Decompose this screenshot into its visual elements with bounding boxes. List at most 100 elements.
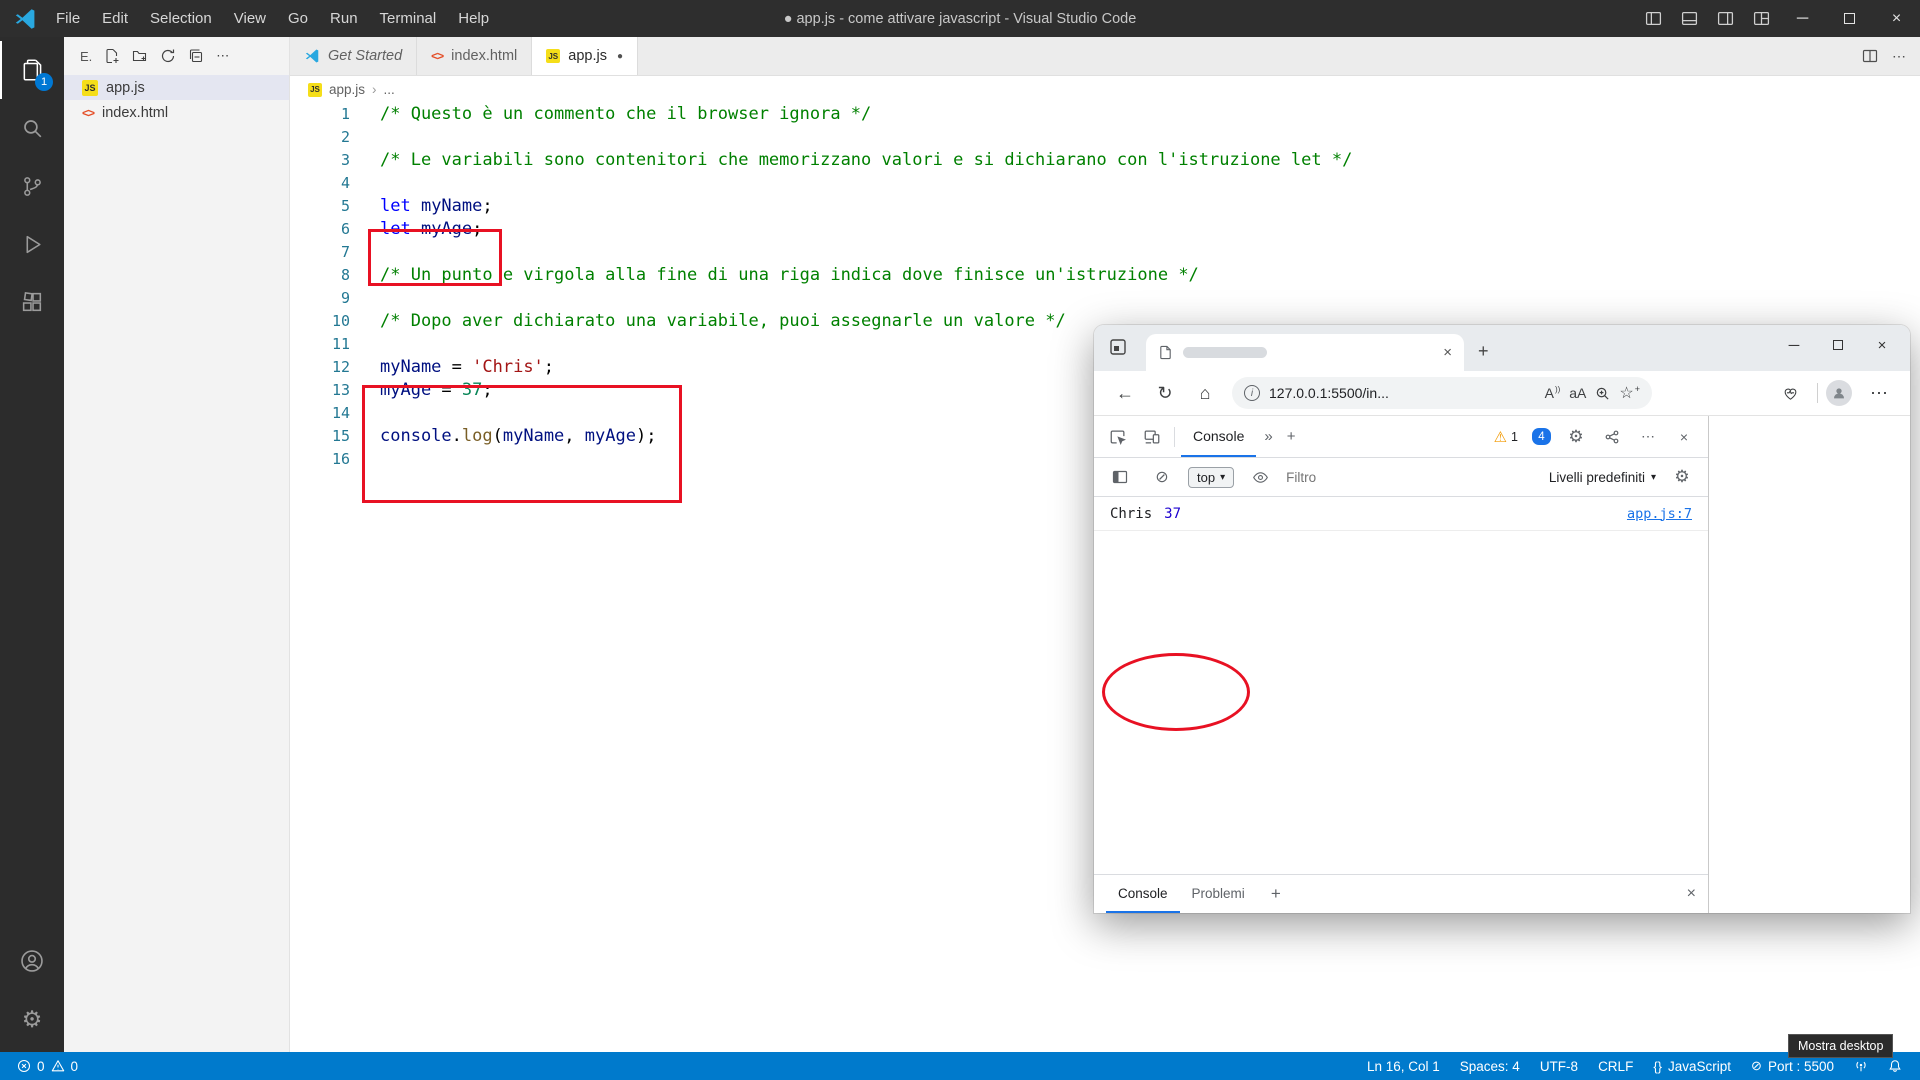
console-source-link[interactable]: app.js:7 — [1627, 506, 1692, 522]
code-token: myName — [503, 426, 564, 446]
new-tab-icon[interactable]: + — [1478, 341, 1489, 362]
device-toolbar-icon[interactable] — [1136, 422, 1168, 452]
drawer-tab-console[interactable]: Console — [1106, 875, 1180, 913]
modified-dot-icon[interactable]: ● — [617, 51, 623, 62]
explorer-icon[interactable]: 1 — [0, 41, 64, 99]
console-settings-icon[interactable]: ⚙ — [1666, 462, 1698, 492]
profile-avatar[interactable] — [1826, 380, 1852, 406]
menu-run[interactable]: Run — [319, 0, 369, 37]
problems-indicator[interactable]: 0 0 — [12, 1059, 83, 1074]
menu-view[interactable]: View — [223, 0, 277, 37]
workspaces-icon[interactable] — [1108, 337, 1128, 357]
menu-selection[interactable]: Selection — [139, 0, 223, 37]
new-file-icon[interactable] — [104, 48, 120, 64]
vscode-logo-icon — [13, 7, 37, 31]
menu-terminal[interactable]: Terminal — [369, 0, 448, 37]
live-server-port[interactable]: ⊘Port : 5500 — [1751, 1058, 1834, 1074]
devtools-settings-icon[interactable]: ⚙ — [1560, 422, 1592, 452]
browser-minimize-button[interactable]: ─ — [1772, 325, 1816, 365]
address-bar[interactable]: i 127.0.0.1:5500/in... A)) aA ☆+ — [1232, 377, 1652, 409]
browser-settings-more-icon[interactable]: ⋯ — [1860, 376, 1898, 410]
line-number: 11 — [290, 333, 350, 356]
tab-get-started[interactable]: Get Started — [290, 37, 417, 75]
devtools-toolbar: Console » + ⚠1 4 ⚙ ⋯ × — [1094, 416, 1708, 458]
code-token: let — [380, 219, 421, 239]
radio-tower-icon[interactable] — [1854, 1059, 1868, 1073]
warnings-badge[interactable]: ⚠1 — [1489, 428, 1523, 446]
clear-console-icon[interactable]: ⊘ — [1146, 462, 1178, 492]
issues-nodes-icon[interactable] — [1596, 422, 1628, 452]
log-levels-selector[interactable]: Livelli predefiniti▾ — [1549, 470, 1656, 485]
context-selector[interactable]: top▾ — [1188, 467, 1234, 488]
accounts-icon[interactable] — [0, 932, 64, 990]
home-icon[interactable]: ⌂ — [1186, 376, 1224, 410]
reload-icon[interactable]: ↻ — [1146, 376, 1184, 410]
tab-app-js[interactable]: JSapp.js● — [532, 37, 638, 75]
devtools-more-icon[interactable]: ⋯ — [1632, 422, 1664, 452]
more-actions-icon[interactable]: ⋯ — [216, 48, 229, 64]
new-folder-icon[interactable] — [132, 48, 148, 64]
file-row-app-js[interactable]: JSapp.js — [64, 75, 289, 100]
site-info-icon[interactable]: i — [1244, 385, 1260, 401]
browser-close-button[interactable]: × — [1860, 325, 1904, 365]
favorites-star-icon[interactable]: ☆+ — [1619, 383, 1640, 403]
source-control-icon[interactable] — [0, 157, 64, 215]
browser-tab[interactable]: × — [1146, 334, 1464, 371]
web-page-area[interactable] — [1709, 416, 1910, 913]
add-tab-icon[interactable]: + — [1281, 428, 1302, 445]
drawer-tab-problemi[interactable]: Problemi — [1180, 875, 1257, 913]
file-row-index-html[interactable]: <>index.html — [64, 100, 289, 125]
messages-badge[interactable]: 4 — [1527, 428, 1556, 445]
menu-bar: FileEditSelectionViewGoRunTerminalHelp — [45, 0, 500, 37]
minimize-button[interactable]: ─ — [1779, 0, 1826, 37]
menu-edit[interactable]: Edit — [91, 0, 139, 37]
menu-go[interactable]: Go — [277, 0, 319, 37]
inspect-element-icon[interactable] — [1102, 422, 1134, 452]
cursor-position[interactable]: Ln 16, Col 1 — [1367, 1059, 1440, 1074]
translate-icon[interactable]: aA — [1569, 385, 1586, 401]
breadcrumb-file[interactable]: app.js — [329, 82, 365, 97]
breadcrumb[interactable]: JS app.js › ... — [290, 76, 1920, 103]
settings-gear-icon[interactable]: ⚙ — [0, 990, 64, 1048]
toggle-panel-icon[interactable] — [1671, 0, 1707, 37]
back-icon[interactable]: ← — [1106, 376, 1144, 410]
tab-index-html[interactable]: <>index.html — [417, 37, 532, 75]
drawer-close-icon[interactable]: × — [1687, 885, 1696, 903]
console-output[interactable]: Chris37app.js:7 — [1094, 497, 1708, 874]
refresh-icon[interactable] — [160, 48, 176, 64]
language-mode[interactable]: {}JavaScript — [1653, 1059, 1731, 1074]
run-debug-icon[interactable] — [0, 215, 64, 273]
notifications-bell-icon[interactable] — [1888, 1059, 1902, 1073]
customize-layout-icon[interactable] — [1743, 0, 1779, 37]
split-editor-icon[interactable] — [1862, 48, 1878, 64]
filter-input[interactable] — [1286, 470, 1539, 485]
zoom-icon[interactable] — [1595, 386, 1610, 401]
menu-file[interactable]: File — [45, 0, 91, 37]
console-sidebar-icon[interactable] — [1104, 462, 1136, 492]
close-button[interactable]: × — [1873, 0, 1920, 37]
code-token: ; — [472, 219, 482, 239]
drawer-add-icon[interactable]: + — [1263, 884, 1289, 904]
extensions-icon[interactable] — [0, 273, 64, 331]
breadcrumb-ellipsis[interactable]: ... — [384, 82, 395, 97]
read-aloud-icon[interactable]: A)) — [1545, 385, 1561, 401]
collapse-all-icon[interactable] — [188, 48, 204, 64]
search-icon[interactable] — [0, 99, 64, 157]
toggle-sidebar-icon[interactable] — [1635, 0, 1671, 37]
code-token: console — [380, 426, 452, 446]
toggle-secondary-sidebar-icon[interactable] — [1707, 0, 1743, 37]
browser-essentials-icon[interactable] — [1771, 376, 1809, 410]
browser-maximize-button[interactable] — [1816, 325, 1860, 365]
address-url[interactable]: 127.0.0.1:5500/in... — [1269, 385, 1536, 401]
indentation[interactable]: Spaces: 4 — [1460, 1059, 1520, 1074]
maximize-button[interactable] — [1826, 0, 1873, 37]
editor-more-icon[interactable]: ⋯ — [1892, 48, 1906, 65]
menu-help[interactable]: Help — [447, 0, 500, 37]
tab-close-icon[interactable]: × — [1443, 344, 1452, 361]
eye-icon[interactable] — [1244, 462, 1276, 492]
devtools-close-icon[interactable]: × — [1668, 422, 1700, 452]
more-tabs-icon[interactable]: » — [1258, 428, 1278, 445]
devtools-tab-console[interactable]: Console — [1181, 416, 1256, 457]
encoding[interactable]: UTF-8 — [1540, 1059, 1578, 1074]
eol-sequence[interactable]: CRLF — [1598, 1059, 1633, 1074]
